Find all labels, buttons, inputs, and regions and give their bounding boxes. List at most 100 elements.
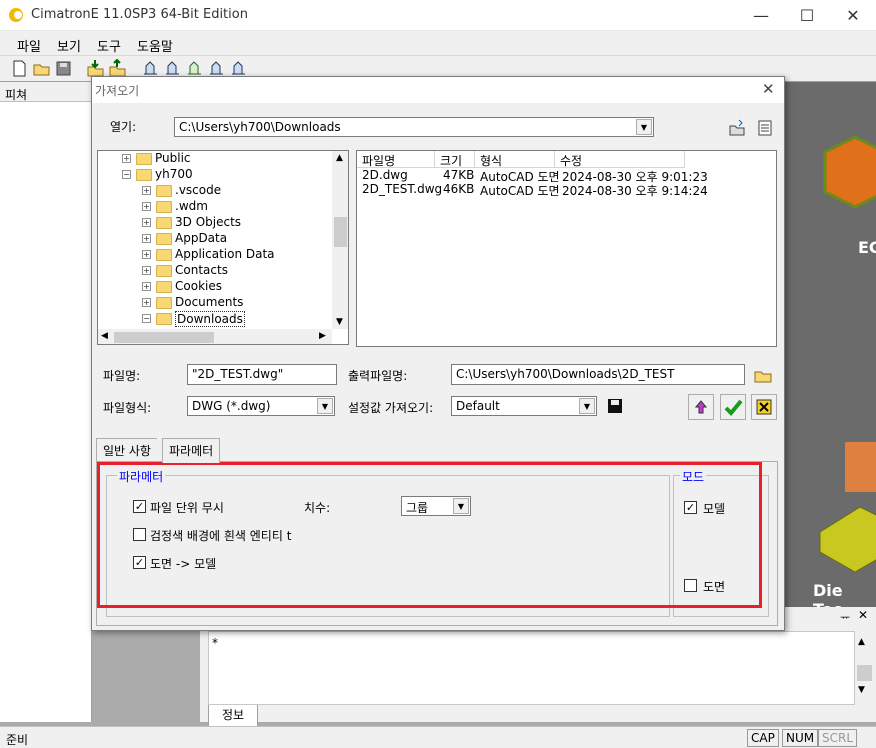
file-modified: 2024-08-30 오후 9:14:24: [562, 184, 708, 198]
preset-select[interactable]: Default ▼: [451, 396, 597, 416]
tab-strip: 일반 사항 파라메터: [96, 438, 778, 463]
collapse-icon[interactable]: −: [122, 170, 131, 179]
output-close-button[interactable]: ✕: [858, 608, 868, 622]
folder-tree[interactable]: + Public − yh700 + .vscode + .wdm +3D Objects + Ap…: [97, 150, 349, 345]
file-name: 2D.dwg: [362, 168, 408, 182]
tree-scroll-right-icon[interactable]: ▶: [319, 331, 326, 341]
checkmark-icon: [724, 399, 743, 416]
tree-item-label: .wdm: [175, 199, 208, 213]
column-header-modified[interactable]: 수정: [555, 151, 685, 168]
close-window-button[interactable]: ✕: [830, 0, 876, 31]
open-path-value: C:\Users\yh700\Downloads: [179, 120, 341, 134]
menu-bar: 파일 보기 도구 도움말: [0, 31, 876, 56]
expand-icon[interactable]: +: [122, 154, 131, 163]
folder-icon: [136, 153, 152, 165]
folder-icon: [156, 297, 172, 309]
folder-icon: [136, 169, 152, 181]
expand-icon[interactable]: +: [142, 218, 151, 227]
column-header-name[interactable]: 파일명: [357, 151, 435, 168]
expand-icon[interactable]: +: [142, 234, 151, 243]
table-row[interactable]: 2D_TEST.dwg 46KB AutoCAD 도면 2024-08-30 오…: [357, 182, 777, 198]
tree-item-label: yh700: [155, 167, 193, 181]
menu-tools[interactable]: 도구: [97, 36, 121, 55]
folder-icon: [156, 281, 172, 293]
folder-up-icon[interactable]: [728, 119, 746, 137]
table-row[interactable]: 2D.dwg 47KB AutoCAD 도면 2024-08-30 오후 9:0…: [357, 168, 777, 184]
file-list[interactable]: 파일명 크기 형식 수정 2D.dwg 47KB AutoCAD 도면 2024…: [356, 150, 777, 347]
chevron-down-icon[interactable]: ▼: [579, 398, 595, 414]
filetype-label: 파일형식:: [103, 401, 152, 415]
scroll-up-icon[interactable]: ▲: [858, 637, 865, 647]
output-scrollbar[interactable]: ▲ ▼: [855, 631, 875, 698]
details-view-icon[interactable]: [756, 119, 774, 137]
dialog-title: 가져오기: [92, 77, 784, 103]
filename-label: 파일명:: [103, 369, 141, 383]
tree-scroll-down-icon[interactable]: ▼: [336, 317, 343, 327]
dialog-close-button[interactable]: ✕: [762, 80, 775, 98]
tree-item-label: Public: [155, 151, 191, 165]
column-header-size[interactable]: 크기: [435, 151, 475, 168]
expand-icon[interactable]: +: [142, 298, 151, 307]
output-prompt: *: [212, 636, 218, 650]
file-size: 46KB: [443, 182, 475, 196]
open-folder-icon[interactable]: [32, 59, 51, 78]
maximize-button[interactable]: ☐: [784, 0, 830, 31]
expand-icon[interactable]: +: [142, 202, 151, 211]
tree-scroll-thumb[interactable]: [334, 217, 347, 247]
chevron-down-icon[interactable]: ▼: [636, 119, 652, 135]
tree-item-label: Downloads: [175, 311, 245, 327]
expand-icon[interactable]: +: [142, 266, 151, 275]
ok-button[interactable]: [720, 394, 746, 420]
feature-pane-header: 피쳐: [0, 82, 92, 102]
tree-item-label: Contacts: [175, 263, 228, 277]
scrl-indicator: SCRL: [818, 729, 858, 747]
column-header-type[interactable]: 형식: [475, 151, 555, 168]
tree-hscrollbar[interactable]: ◀ ▶: [98, 329, 332, 344]
scroll-thumb[interactable]: [857, 665, 872, 681]
scroll-down-icon[interactable]: ▼: [858, 685, 865, 695]
window-title: CimatronE 11.0SP3 64-Bit Edition: [31, 7, 248, 22]
folder-icon: [156, 217, 172, 229]
menu-help[interactable]: 도움말: [137, 36, 173, 55]
tab-info[interactable]: 정보: [208, 705, 258, 727]
cimatron-logo-icon: [9, 8, 23, 22]
preview-label-ec: EC: [858, 238, 876, 257]
tree-vscrollbar[interactable]: ▲ ▼: [332, 151, 348, 329]
preset-value: Default: [456, 399, 500, 413]
folder-icon: [156, 185, 172, 197]
tab-parameters[interactable]: 파라메터: [162, 438, 221, 463]
output-console[interactable]: *: [208, 631, 855, 705]
filetype-select[interactable]: DWG (*.dwg) ▼: [187, 396, 335, 416]
tree-item-label: Documents: [175, 295, 244, 309]
import-settings-button[interactable]: [688, 394, 714, 420]
tab-general[interactable]: 일반 사항: [96, 438, 157, 462]
folder-icon: [156, 265, 172, 277]
feature-pane: 피쳐: [0, 82, 92, 722]
pin-icon[interactable]: ᅲ: [840, 609, 850, 625]
menu-view[interactable]: 보기: [57, 36, 81, 55]
tree-item-label: Cookies: [175, 279, 222, 293]
output-filename-input[interactable]: C:\Users\yh700\Downloads\2D_TEST: [451, 364, 745, 385]
tree-hscroll-thumb[interactable]: [114, 332, 214, 343]
filename-input[interactable]: "2D_TEST.dwg": [187, 364, 337, 385]
expand-icon[interactable]: +: [142, 282, 151, 291]
collapse-icon[interactable]: −: [142, 314, 151, 323]
save-icon[interactable]: [54, 59, 73, 78]
arrow-icon: [694, 400, 708, 414]
browse-folder-icon[interactable]: [754, 366, 772, 384]
cancel-button[interactable]: [751, 394, 777, 420]
open-path-combo[interactable]: C:\Users\yh700\Downloads ▼: [174, 117, 654, 137]
chevron-down-icon[interactable]: ▼: [317, 398, 333, 414]
status-ready: 준비: [6, 733, 29, 747]
filetype-value: DWG (*.dwg): [192, 399, 271, 413]
minimize-button[interactable]: —: [738, 0, 784, 31]
tree-scroll-left-icon[interactable]: ◀: [101, 331, 108, 341]
save-preset-icon[interactable]: [607, 398, 623, 414]
menu-file[interactable]: 파일: [17, 36, 41, 55]
new-file-icon[interactable]: [10, 59, 29, 78]
cap-indicator: CAP: [747, 729, 779, 747]
output-filename-label: 출력파일명:: [348, 369, 408, 383]
expand-icon[interactable]: +: [142, 186, 151, 195]
expand-icon[interactable]: +: [142, 250, 151, 259]
tree-scroll-up-icon[interactable]: ▲: [336, 153, 343, 163]
